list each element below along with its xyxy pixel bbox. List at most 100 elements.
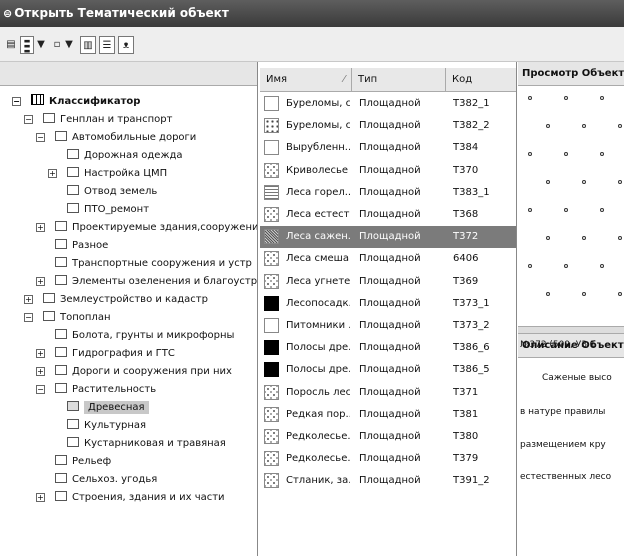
folder-icon [55, 275, 67, 285]
dropdown-arrow-icon[interactable]: ▼ [64, 36, 74, 54]
list-row[interactable]: Буреломы, с... Площадной Т382_1 [260, 93, 516, 115]
tree-node[interactable]: + Проектируемые здания,сооружени [36, 219, 257, 237]
panel-divider[interactable] [518, 326, 624, 334]
list-row[interactable]: Редколесье... Площадной Т380 [260, 426, 516, 448]
tree-node[interactable]: Культурная [67, 417, 146, 435]
folder-icon [55, 329, 67, 339]
window-title: Открыть Тематический объект [14, 6, 229, 20]
list-row[interactable]: Лесопосадк... Площадной Т373_1 [260, 293, 516, 315]
tree-node[interactable]: + Дороги и сооружения при них [36, 363, 232, 381]
expand-icon[interactable]: + [48, 169, 57, 178]
tree-node[interactable]: + Элементы озеленения и благоустр [36, 273, 257, 291]
tree-node-label: Топоплан [60, 312, 111, 323]
list-row[interactable]: Буреломы, с... Площадной Т382_2 [260, 115, 516, 137]
expand-icon[interactable]: + [24, 295, 33, 304]
preview-dot [582, 292, 586, 296]
expand-icon[interactable]: + [36, 277, 45, 286]
folder-icon [55, 221, 67, 231]
list-row[interactable]: Леса сажен... Площадной Т372 [260, 226, 516, 249]
tree-node[interactable]: − Топоплан [24, 309, 111, 327]
symbol-swatch-icon [264, 229, 279, 245]
expand-icon[interactable]: + [36, 367, 45, 376]
list-row[interactable]: Полосы дре... Площадной Т386_5 [260, 359, 516, 381]
collapse-icon[interactable]: − [12, 97, 21, 106]
description-line: Саженые высо [542, 373, 612, 383]
list-row[interactable]: Питомники ... Площадной Т373_2 [260, 315, 516, 337]
tree-node[interactable]: Дорожная одежда [67, 147, 183, 165]
tree-node-label: Автомобильные дороги [72, 132, 197, 143]
cell-type: Площадной [359, 253, 421, 265]
list-row[interactable]: Леса горел... Площадной Т383_1 [260, 182, 516, 204]
tree-node-label: Разное [72, 240, 109, 251]
expand-icon[interactable]: + [36, 493, 45, 502]
folder-icon [67, 149, 79, 159]
tree-node[interactable]: Древесная [67, 399, 149, 417]
cell-name: Леса смеша... [286, 253, 350, 265]
details-view-icon[interactable]: ☰ [99, 36, 115, 54]
cell-type: Площадной [359, 142, 421, 154]
list-row[interactable]: Леса угнете... Площадной Т369 [260, 271, 516, 293]
grid-view-icon[interactable]: ▬ ▬ ▬ [20, 36, 34, 55]
small-square-icon[interactable]: ▫ [52, 36, 62, 54]
symbol-swatch-icon [264, 384, 279, 400]
list-row[interactable]: Криволесье Площадной Т370 [260, 160, 516, 182]
cell-code: Т373_1 [453, 297, 490, 309]
preview-dot [600, 152, 604, 156]
tree-node[interactable]: Сельхоз. угодья [55, 471, 157, 489]
tree-node[interactable]: − Генплан и транспорт [24, 111, 172, 129]
list-row[interactable]: Леса смеша... Площадной 6406 [260, 248, 516, 270]
collapse-icon[interactable]: − [24, 115, 33, 124]
tree-node-label: Сельхоз. угодья [72, 474, 158, 485]
app-icon: ⊜ [3, 7, 13, 20]
grid-view-icon[interactable]: ▥ [80, 36, 96, 54]
collapse-icon[interactable]: − [24, 313, 33, 322]
tree-node[interactable]: − Классификатор [12, 93, 140, 111]
tree-node[interactable]: Разное [55, 237, 108, 255]
tree-node[interactable]: Рельеф [55, 453, 111, 471]
tree-node[interactable]: Кустарниковая и травяная [67, 435, 226, 453]
symbol-swatch-icon [264, 473, 279, 489]
window-titlebar: ⊜ Открыть Тематический объект [0, 0, 624, 27]
tree-node[interactable]: + Землеустройство и кадастр [24, 291, 208, 309]
preview-dot [546, 236, 550, 240]
list-row[interactable]: Полосы дре... Площадной Т386_6 [260, 337, 516, 359]
tree-node[interactable]: + Гидрография и ГТС [36, 345, 175, 363]
cell-type: Площадной [359, 231, 421, 243]
column-name-header[interactable]: Имя ⁄ [260, 68, 352, 92]
tree-node[interactable]: + Настройка ЦМП [48, 165, 167, 183]
cell-code: 6406 [453, 253, 479, 265]
column-code-header[interactable]: Код [446, 68, 516, 92]
tree-node[interactable]: ПТО_ремонт [67, 201, 149, 219]
cell-name: Редкая пор... [286, 408, 350, 420]
cell-name: Леса горел... [286, 186, 350, 198]
list-row[interactable]: Стланик, за... Площадной Т391_2 [260, 470, 516, 492]
tree-node[interactable]: Болота, грунты и микрофорны [55, 327, 234, 345]
list-row[interactable]: Редколесье... Площадной Т379 [260, 448, 516, 470]
dropdown-arrow-icon[interactable]: ▼ [36, 36, 46, 54]
column-type-header[interactable]: Тип [352, 68, 446, 92]
preview-dot [546, 180, 550, 184]
tree-node[interactable]: Отвод земель [67, 183, 157, 201]
folder-icon [43, 293, 55, 303]
tree-node[interactable]: Транспортные сооружения и устр [55, 255, 252, 273]
list-row[interactable]: Поросль леса Площадной Т371 [260, 382, 516, 404]
collapse-icon[interactable]: − [36, 385, 45, 394]
expand-icon[interactable]: + [36, 349, 45, 358]
folder-icon [55, 347, 67, 357]
list-row[interactable]: Вырубленн... Площадной Т384 [260, 137, 516, 159]
symbol-swatch-icon [264, 340, 279, 356]
binoculars-icon[interactable]: ᴥ [118, 36, 134, 54]
tree-node-label: Дороги и сооружения при них [72, 366, 232, 377]
folder-icon [67, 401, 79, 411]
list-row[interactable]: Редкая пор... Площадной Т381 [260, 404, 516, 426]
expand-icon[interactable]: + [36, 223, 45, 232]
collapse-icon[interactable]: − [36, 133, 45, 142]
tree-node[interactable]: − Растительность [36, 381, 156, 399]
tree-node[interactable]: − Автомобильные дороги [36, 129, 197, 147]
cell-type: Площадной [359, 453, 421, 465]
list-view-icon[interactable]: ▤ [6, 36, 16, 54]
list-row[interactable]: Леса естест... Площадной Т368 [260, 204, 516, 226]
classifier-tree-panel: − Классификатор − Генплан и транспорт − Автом… [0, 62, 258, 556]
tree-node[interactable]: + Строения, здания и их части [36, 489, 225, 507]
cell-name: Лесопосадк... [286, 297, 350, 309]
